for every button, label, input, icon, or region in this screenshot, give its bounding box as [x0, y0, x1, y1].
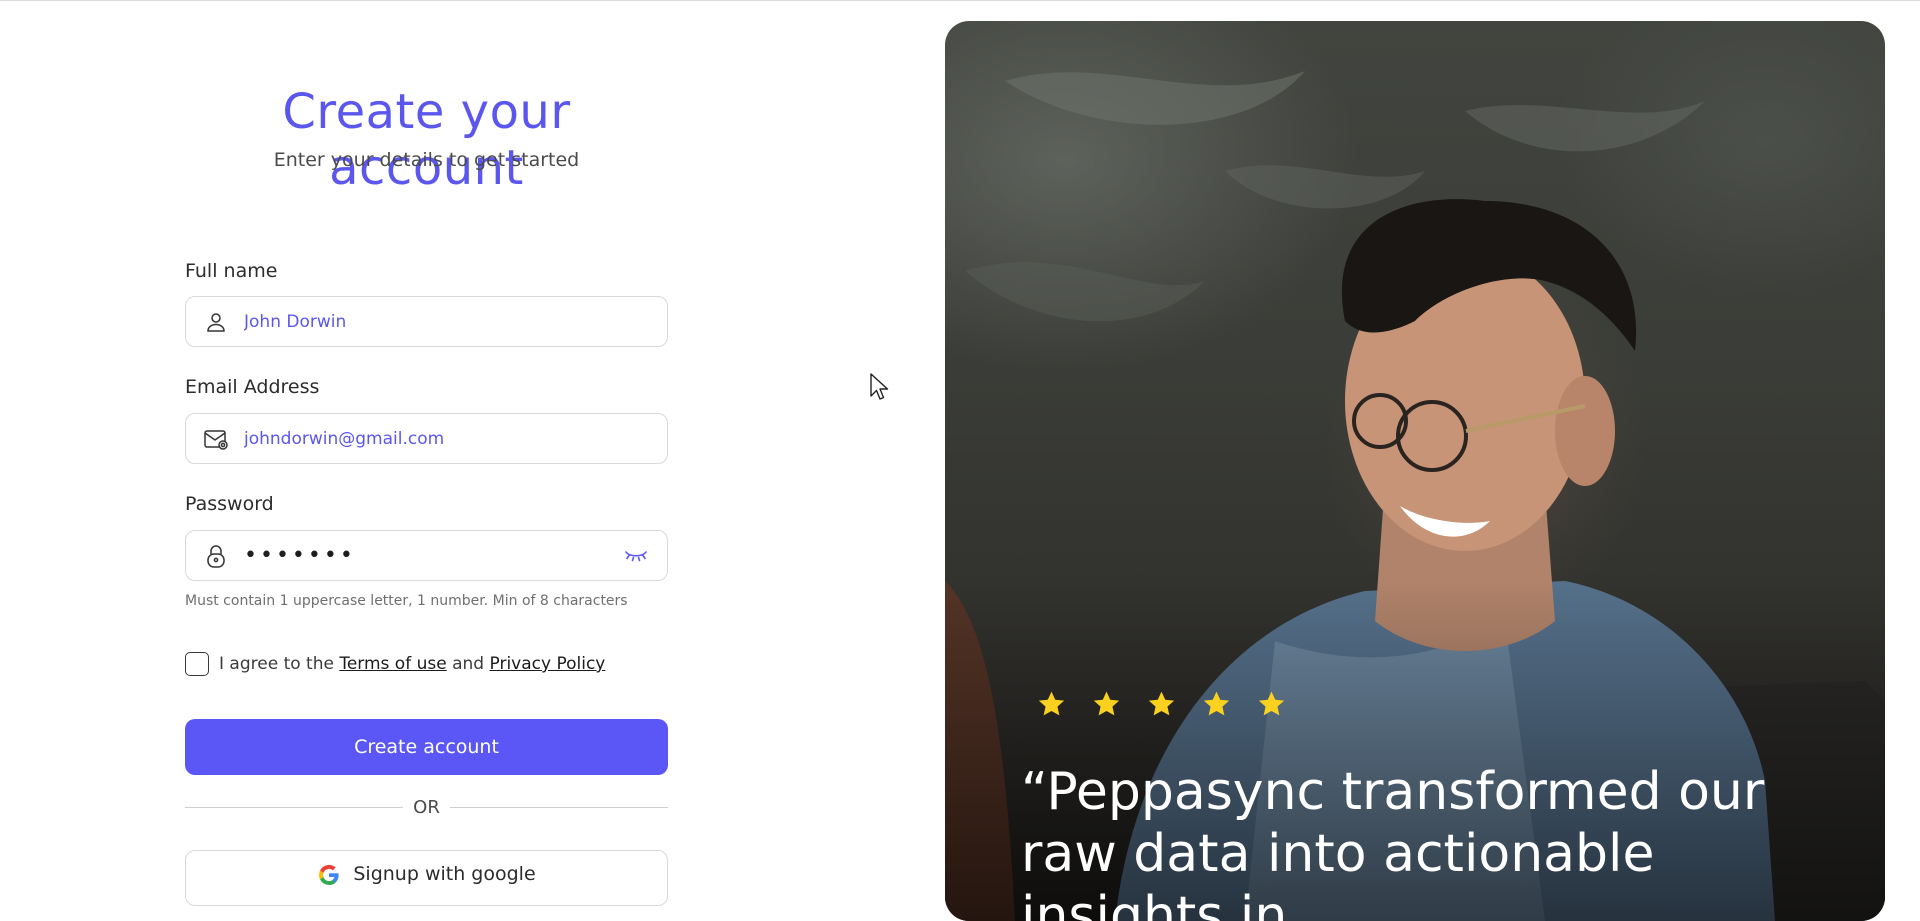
email-label: Email Address [185, 376, 320, 398]
google-icon [319, 864, 339, 885]
divider-line-left [185, 806, 404, 808]
password-label: Password [185, 493, 274, 515]
rating-stars [1036, 689, 1287, 720]
star-icon [1093, 691, 1120, 716]
full-name-label: Full name [185, 260, 278, 282]
top-divider [0, 0, 1920, 1]
or-divider: OR [185, 796, 668, 818]
terms-link[interactable]: Terms of use [339, 654, 446, 674]
terms-agreement: I agree to the Terms of use and Privacy … [185, 652, 605, 676]
agree-conjunction: and [452, 654, 485, 674]
user-icon [202, 308, 230, 336]
page-subtitle: Enter your details to get started [273, 149, 580, 171]
google-signup-label: Signup with google [353, 863, 536, 885]
star-icon [1038, 691, 1065, 716]
create-account-button[interactable]: Create account [185, 719, 668, 775]
testimonial-quote: “Peppasync transformed our raw data into… [1021, 762, 1765, 921]
full-name-field[interactable] [185, 296, 668, 347]
or-text: OR [413, 796, 440, 818]
lock-icon [202, 542, 230, 570]
agree-prefix: I agree to the [219, 654, 334, 674]
privacy-link[interactable]: Privacy Policy [490, 654, 606, 674]
full-name-input[interactable] [244, 297, 667, 346]
terms-checkbox[interactable] [185, 652, 209, 676]
mail-icon [202, 425, 230, 453]
star-icon [1148, 691, 1175, 716]
divider-line-right [449, 806, 668, 808]
password-hint: Must contain 1 uppercase letter, 1 numbe… [185, 593, 628, 609]
email-field[interactable] [185, 413, 668, 464]
page-title: Create your account [282, 84, 571, 196]
google-signup-button[interactable]: Signup with google [185, 850, 668, 906]
password-input[interactable] [244, 531, 621, 580]
star-icon [1258, 691, 1285, 716]
star-icon [1203, 691, 1230, 716]
email-input[interactable] [244, 414, 667, 463]
testimonial-card: “Peppasync transformed our raw data into… [945, 21, 1885, 921]
mouse-cursor-icon [870, 373, 889, 400]
eye-closed-icon[interactable] [621, 541, 651, 571]
password-field[interactable] [185, 530, 668, 581]
